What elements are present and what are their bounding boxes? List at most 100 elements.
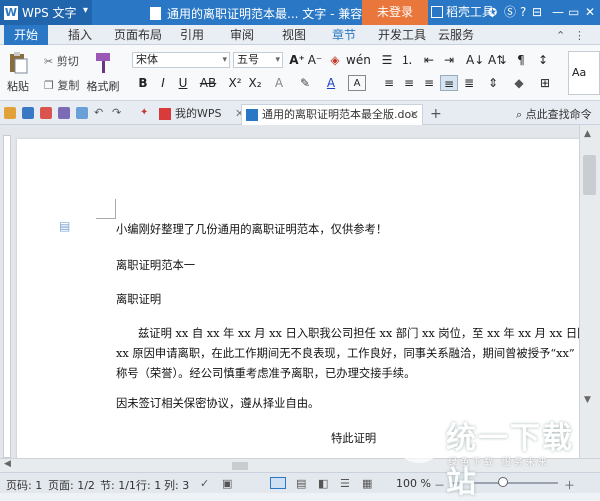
pin-icon[interactable]: ✦ xyxy=(140,107,152,119)
body-line-4: 因未签订相关保密协议，遵从择业自由。 xyxy=(116,397,320,410)
scroll-down-icon[interactable]: ▼ xyxy=(584,395,591,405)
font-name-select[interactable]: 宋体 ▾ xyxy=(132,52,230,68)
strikethrough-icon[interactable]: AB xyxy=(196,75,220,91)
app-menu-button[interactable]: W WPS 文字 ▾ xyxy=(0,0,92,25)
tab-document[interactable]: 通用的离职证明范本最全版.doc ✕ xyxy=(241,104,423,125)
decrease-indent-icon[interactable]: ⇤ xyxy=(420,52,438,68)
line-spacing-options-icon[interactable]: ⇕ xyxy=(484,75,502,91)
line-spacing-icon[interactable]: ↕ xyxy=(534,52,552,68)
bullet-list-icon[interactable]: ☰ xyxy=(378,52,396,68)
paste-icon xyxy=(10,52,28,74)
font-size-value: 五号 xyxy=(237,53,259,66)
chevron-down-icon: ▾ xyxy=(222,55,227,65)
command-search-label: 点此查找命令 xyxy=(525,108,592,121)
login-button[interactable]: 未登录 xyxy=(362,0,428,25)
numbered-list-icon[interactable]: ⒈ xyxy=(398,52,416,68)
ribbon-more-icon[interactable]: ⋮ xyxy=(574,27,585,44)
paste-button[interactable]: 粘贴 xyxy=(4,51,32,94)
clear-format-icon[interactable]: ◈ xyxy=(326,52,344,68)
phonetic-icon[interactable]: wén xyxy=(346,52,371,68)
reading-mode-icon[interactable]: ▦ xyxy=(362,477,372,490)
save-icon[interactable] xyxy=(22,107,34,119)
tab-review[interactable]: 审阅 xyxy=(220,25,264,45)
scroll-left-icon[interactable]: ◀ xyxy=(4,459,11,469)
styles-gallery[interactable]: Aa xyxy=(568,51,600,95)
char-border-icon[interactable]: A xyxy=(348,75,366,91)
share-icon[interactable]: Ⓢ xyxy=(504,4,516,21)
tab-cloud[interactable]: 云服务 xyxy=(428,25,484,45)
tab-page-layout[interactable]: 页面布局 xyxy=(104,25,172,45)
scrollbar-thumb[interactable] xyxy=(583,155,596,195)
open-icon[interactable] xyxy=(4,107,16,119)
wps-logo-icon xyxy=(159,108,171,120)
body-line-1: 兹证明 xx 自 xx 年 xx 月 xx 日入职我公司担任 xx 部门 xx … xyxy=(138,327,589,340)
tab-home[interactable]: 开始 xyxy=(4,25,49,45)
close-icon[interactable]: ✕ xyxy=(585,4,595,21)
increase-indent-icon[interactable]: ⇥ xyxy=(440,52,458,68)
command-search[interactable]: ⌕ 点此查找命令 xyxy=(516,106,592,122)
print-preview-icon[interactable] xyxy=(76,107,88,119)
distributed-icon[interactable]: ≣ xyxy=(460,75,478,91)
redo-icon[interactable]: ↷ xyxy=(112,107,124,119)
close-tab-icon[interactable]: ✕ xyxy=(410,105,419,125)
page-margin-marker xyxy=(96,199,116,219)
toolbox-icon xyxy=(431,6,443,18)
help-button[interactable]: ? xyxy=(520,4,526,21)
new-tab-button[interactable]: + xyxy=(424,104,442,125)
align-justify-icon[interactable]: ≡ xyxy=(440,75,458,91)
minimize-icon[interactable]: — xyxy=(552,4,564,21)
align-right-icon[interactable]: ≡ xyxy=(420,75,438,91)
skin-icon[interactable]: ✪ xyxy=(488,4,497,21)
paragraph-handle-icon[interactable]: ▤ xyxy=(59,219,70,233)
ribbon-collapse-icon[interactable]: ⌃ xyxy=(556,27,565,44)
tab-insert[interactable]: 插入 xyxy=(58,25,102,45)
underline-icon[interactable]: U xyxy=(174,75,192,91)
print-layout-icon[interactable] xyxy=(270,477,286,489)
maximize-icon[interactable]: ▭ xyxy=(568,4,579,21)
tools-button[interactable]: 稻壳工具 xyxy=(431,4,494,21)
format-painter-button[interactable]: 格式刷 xyxy=(86,51,120,94)
char-scale-icon[interactable]: A⇅ xyxy=(488,52,506,68)
signature-line: 特此证明 xyxy=(331,432,377,445)
tab-view[interactable]: 视图 xyxy=(272,25,316,45)
status-toggle-icon[interactable]: ▣ xyxy=(222,477,232,490)
shading-icon[interactable]: ◆ xyxy=(510,75,528,91)
full-screen-icon[interactable]: ▤ xyxy=(296,477,306,490)
subscript-icon[interactable]: X₂ xyxy=(246,75,264,91)
outline-icon[interactable]: ☰ xyxy=(340,477,350,490)
minimize-ribbon-icon[interactable]: ⊟ xyxy=(532,4,542,21)
copy-button[interactable]: ❐ 复制 xyxy=(44,77,79,93)
web-layout-icon[interactable]: ◧ xyxy=(318,477,328,490)
shrink-font-icon[interactable]: A⁻ xyxy=(306,52,324,68)
tab-chapter[interactable]: 章节 xyxy=(322,25,366,45)
scrollbar-thumb-horizontal[interactable] xyxy=(232,462,248,470)
sort-icon[interactable]: A↓ xyxy=(466,52,484,68)
document-icon xyxy=(150,7,161,20)
show-marks-icon[interactable]: ¶ xyxy=(512,52,530,68)
bold-icon[interactable]: B xyxy=(134,75,152,91)
font-color-icon[interactable]: A xyxy=(322,75,340,91)
superscript-icon[interactable]: X² xyxy=(226,75,244,91)
font-size-select[interactable]: 五号 ▾ xyxy=(233,52,283,68)
undo-icon[interactable]: ↶ xyxy=(94,107,106,119)
body-line-3: 称号（荣誉）。经公司慎重考虑准予离职，已办理交接手续。 xyxy=(116,367,416,380)
scroll-up-icon[interactable]: ▲ xyxy=(584,129,591,139)
spellcheck-icon[interactable]: ✓ xyxy=(200,477,209,490)
tab-references[interactable]: 引用 xyxy=(170,25,214,45)
grow-font-icon[interactable]: A⁺ xyxy=(288,52,306,68)
title-bar: W WPS 文字 ▾ 通用的离职证明范本最... 文字 - 兼容模式 未登录 稻… xyxy=(0,0,600,25)
export-pdf-icon[interactable] xyxy=(40,107,52,119)
align-left-icon[interactable]: ≡ xyxy=(380,75,398,91)
tab-developer[interactable]: 开发工具 xyxy=(368,25,436,45)
font-name-value: 宋体 xyxy=(136,53,158,66)
borders-icon[interactable]: ⊞ xyxy=(536,75,554,91)
align-center-icon[interactable]: ≡ xyxy=(400,75,418,91)
copy-icon: ❐ xyxy=(44,79,54,92)
italic-icon[interactable]: I xyxy=(154,75,172,91)
print-icon[interactable] xyxy=(58,107,70,119)
text-effect-icon[interactable]: A xyxy=(270,75,288,91)
highlight-icon[interactable]: ✎ xyxy=(296,75,314,91)
tab-mywps[interactable]: 我的WPS ✕ xyxy=(155,104,244,125)
zoom-out-icon[interactable]: － xyxy=(434,477,445,493)
cut-button[interactable]: ✂ 剪切 xyxy=(44,53,79,69)
